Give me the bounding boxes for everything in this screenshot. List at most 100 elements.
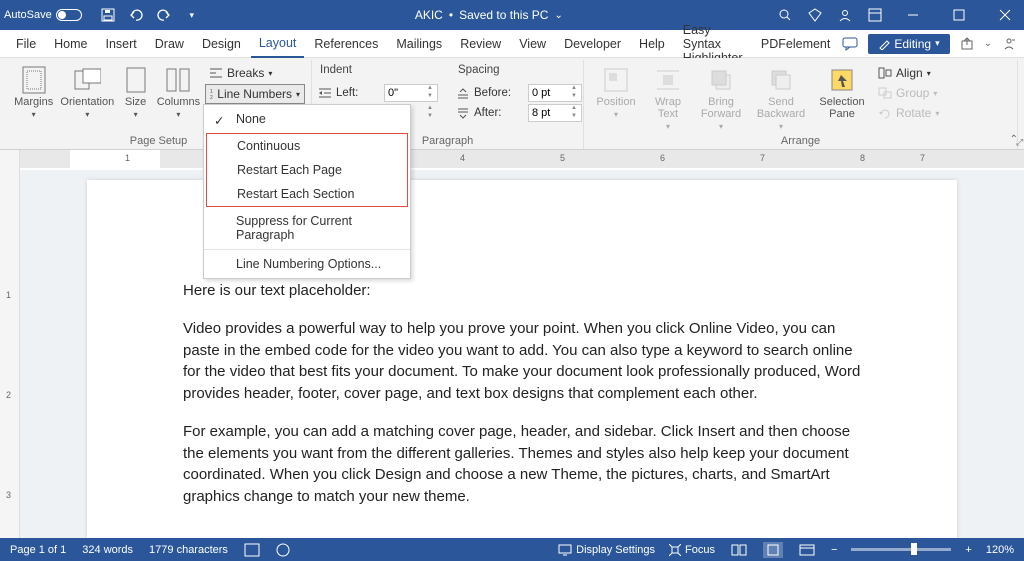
status-page[interactable]: Page 1 of 1 xyxy=(10,544,66,556)
qat-dropdown-icon[interactable]: ▾ xyxy=(184,7,200,23)
zoom-value[interactable]: 120% xyxy=(986,544,1014,556)
ribbon-tabs: File Home Insert Draw Design Layout Refe… xyxy=(0,30,1024,58)
tab-design[interactable]: Design xyxy=(194,30,249,58)
margins-label: Margins xyxy=(14,96,53,108)
comments-icon[interactable] xyxy=(842,37,858,51)
spinner-icon[interactable]: ▲▼ xyxy=(567,105,581,121)
status-words[interactable]: 324 words xyxy=(82,544,133,556)
chevron-down-icon[interactable]: ⌄ xyxy=(984,38,992,49)
tab-view[interactable]: View xyxy=(511,30,554,58)
dot-sep: • xyxy=(449,8,453,22)
ruler-corner xyxy=(0,150,20,170)
collapse-ribbon-icon[interactable]: ⌃ xyxy=(1010,134,1018,145)
paragraph-2[interactable]: Video provides a powerful way to help yo… xyxy=(183,318,861,405)
editing-mode-button[interactable]: Editing ▾ xyxy=(868,34,949,54)
breaks-button[interactable]: Breaks ▾ xyxy=(205,64,305,82)
app-icon[interactable] xyxy=(868,8,882,22)
columns-button[interactable]: Columns ▾ xyxy=(156,64,201,119)
columns-icon xyxy=(164,66,192,94)
spinner-icon[interactable]: ▲▼ xyxy=(423,105,437,121)
bring-forward-button: Bring Forward▾ xyxy=(694,64,748,131)
line-numbers-label: Line Numbers xyxy=(217,87,292,101)
title-bar: AutoSave ▾ AKIC • Saved to this PC ⌄ xyxy=(0,0,1024,30)
spinner-icon[interactable]: ▲▼ xyxy=(423,85,437,101)
display-settings[interactable]: Display Settings xyxy=(558,544,655,556)
group-objects-button: Group▾ xyxy=(874,84,943,102)
search-icon[interactable] xyxy=(778,8,792,22)
print-layout-icon[interactable] xyxy=(763,542,783,558)
tab-help[interactable]: Help xyxy=(631,30,673,58)
tab-file[interactable]: File xyxy=(8,30,44,58)
zoom-in-icon[interactable]: + xyxy=(965,544,971,556)
size-button[interactable]: Size ▾ xyxy=(119,64,152,119)
toggle-off-icon[interactable] xyxy=(56,9,82,21)
indent-header: Indent xyxy=(318,64,438,76)
line-numbers-button[interactable]: 12 Line Numbers ▾ xyxy=(205,84,305,104)
share-icon[interactable] xyxy=(960,37,974,51)
undo-icon[interactable] xyxy=(128,7,144,23)
dd-none[interactable]: ✓ None xyxy=(204,107,410,131)
dd-restart-section[interactable]: Restart Each Section xyxy=(207,182,407,206)
selection-pane-icon xyxy=(828,66,856,94)
web-layout-icon[interactable] xyxy=(797,542,817,558)
bring-forward-icon xyxy=(707,66,735,94)
tab-developer[interactable]: Developer xyxy=(556,30,629,58)
dd-suppress[interactable]: Suppress for Current Paragraph xyxy=(204,209,410,247)
rotate-icon xyxy=(878,107,892,119)
orientation-button[interactable]: Orientation ▾ xyxy=(59,64,115,119)
close-button[interactable] xyxy=(990,0,1020,30)
tab-insert[interactable]: Insert xyxy=(98,30,145,58)
breaks-label: Breaks xyxy=(227,66,264,80)
spacing-after-label: After: xyxy=(474,107,524,119)
assist-icon[interactable] xyxy=(1002,37,1016,51)
document-area: 1 2 3 Here is our text placeholder: Vide… xyxy=(0,170,1024,538)
position-icon xyxy=(602,66,630,94)
send-backward-button: Send Backward▾ xyxy=(752,64,810,131)
ribbon-layout: Margins ▾ Orientation ▾ Size ▾ Columns ▾ xyxy=(0,58,1024,150)
diamond-icon[interactable] xyxy=(808,8,822,22)
minimize-button[interactable] xyxy=(898,0,928,30)
focus-mode[interactable]: Focus xyxy=(669,544,715,556)
tab-pdf[interactable]: PDFelement xyxy=(753,30,838,58)
read-mode-icon[interactable] xyxy=(729,542,749,558)
spacing-before-label: Before: xyxy=(474,87,524,99)
maximize-button[interactable] xyxy=(944,0,974,30)
tab-mailings[interactable]: Mailings xyxy=(388,30,450,58)
line-numbers-icon: 12 xyxy=(210,88,213,100)
selection-pane-button[interactable]: Selection Pane xyxy=(814,64,870,120)
paragraph-3[interactable]: For example, you can add a matching cove… xyxy=(183,421,861,508)
redo-icon[interactable] xyxy=(156,7,172,23)
dd-continuous[interactable]: Continuous xyxy=(207,134,407,158)
margins-button[interactable]: Margins ▾ xyxy=(12,64,55,119)
chevron-down-icon: ▾ xyxy=(935,38,940,49)
tab-review[interactable]: Review xyxy=(452,30,509,58)
tab-home[interactable]: Home xyxy=(46,30,95,58)
ruler: 1 4 5 6 7 8 7 xyxy=(0,150,1024,170)
wrap-text-button: Wrap Text▾ xyxy=(646,64,690,131)
horizontal-ruler[interactable]: 1 4 5 6 7 8 7 xyxy=(20,150,1024,170)
vertical-ruler[interactable]: 1 2 3 xyxy=(0,170,20,538)
group-arrange: Position▾ Wrap Text▾ Bring Forward▾ Send… xyxy=(584,60,1018,149)
save-icon[interactable] xyxy=(100,7,116,23)
person-icon[interactable] xyxy=(838,8,852,22)
autosave-toggle[interactable]: AutoSave xyxy=(4,9,82,21)
dd-restart-page[interactable]: Restart Each Page xyxy=(207,158,407,182)
chevron-down-icon[interactable]: ⌄ xyxy=(554,10,562,21)
zoom-slider[interactable] xyxy=(851,548,951,551)
accessibility-icon[interactable] xyxy=(276,543,290,557)
status-bar: Page 1 of 1 324 words 1779 characters Di… xyxy=(0,538,1024,561)
tab-references[interactable]: References xyxy=(306,30,386,58)
align-button[interactable]: Align▾ xyxy=(874,64,943,82)
tab-draw[interactable]: Draw xyxy=(147,30,192,58)
tab-esh[interactable]: Easy Syntax Highlighter xyxy=(675,30,751,58)
paragraph-1[interactable]: Here is our text placeholder: xyxy=(183,280,861,302)
spinner-icon[interactable]: ▲▼ xyxy=(567,85,581,101)
zoom-out-icon[interactable]: − xyxy=(831,544,837,556)
send-backward-icon xyxy=(767,66,795,94)
save-status: Saved to this PC xyxy=(459,8,548,22)
spellcheck-icon[interactable] xyxy=(244,543,260,557)
status-chars[interactable]: 1779 characters xyxy=(149,544,228,556)
tab-layout[interactable]: Layout xyxy=(251,30,305,58)
dd-options[interactable]: Line Numbering Options... xyxy=(204,252,410,276)
margins-icon xyxy=(20,66,48,94)
